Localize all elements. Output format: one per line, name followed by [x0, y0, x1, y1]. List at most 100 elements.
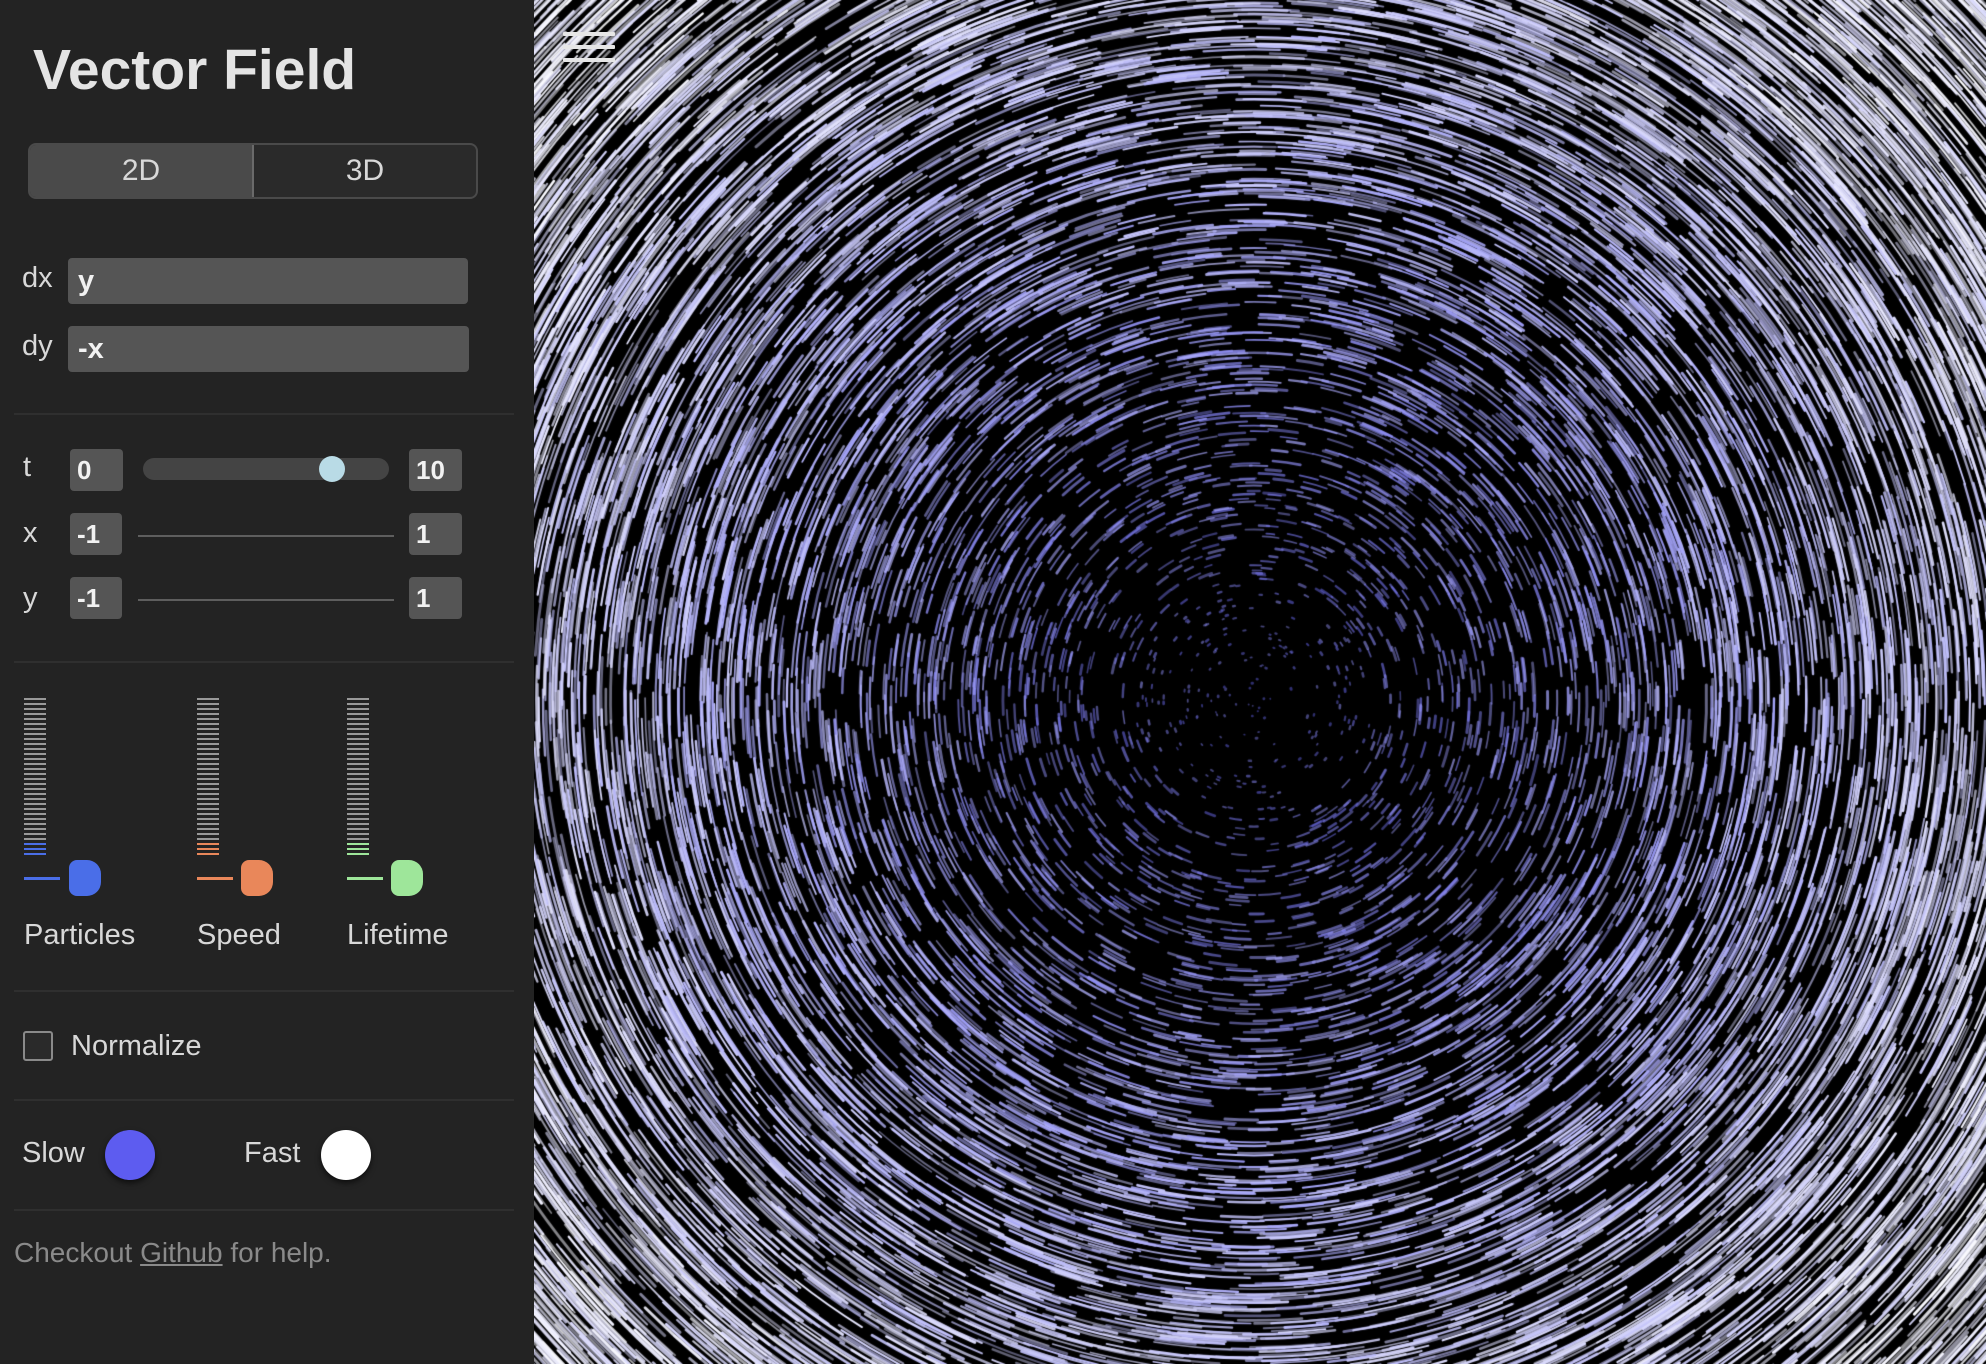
slider-tick	[347, 713, 369, 715]
y-min-input[interactable]: -1	[70, 577, 122, 619]
slow-color-swatch[interactable]	[105, 1130, 155, 1180]
slider-tick	[24, 703, 46, 705]
app-title: Vector Field	[33, 38, 357, 102]
slider-tick	[24, 708, 46, 710]
slider-tick	[197, 738, 219, 740]
hamburger-menu-icon[interactable]	[563, 32, 615, 72]
lifetime-slider-handle[interactable]	[391, 860, 423, 896]
slider-tick	[24, 813, 46, 815]
slider-tick	[197, 758, 219, 760]
dy-label: dy	[22, 330, 53, 362]
slider-tick	[24, 773, 46, 775]
speed-label: Speed	[197, 919, 281, 951]
speed-slider-handle[interactable]	[241, 860, 273, 896]
normalize-checkbox[interactable]	[23, 1031, 53, 1061]
slider-tick	[197, 813, 219, 815]
slider-tick	[347, 808, 369, 810]
t-max-input[interactable]: 10	[409, 449, 462, 491]
y-max-input[interactable]: 1	[409, 577, 462, 619]
github-link[interactable]: Github	[140, 1237, 223, 1268]
slider-tick	[347, 828, 369, 830]
vector-field-canvas[interactable]	[534, 0, 1986, 1364]
t-slider-track[interactable]	[143, 458, 389, 480]
slider-tick	[197, 718, 219, 720]
slider-tick	[347, 738, 369, 740]
slider-tick	[347, 798, 369, 800]
slider-tick	[347, 823, 369, 825]
slider-tick	[24, 823, 46, 825]
slider-tick	[197, 773, 219, 775]
slider-tick	[24, 763, 46, 765]
t-min-input[interactable]: 0	[70, 449, 123, 491]
slider-tick	[347, 778, 369, 780]
slider-tick	[347, 813, 369, 815]
slider-tick	[347, 703, 369, 705]
mode-3d-button[interactable]: 3D	[254, 145, 476, 197]
speed-ticks	[197, 698, 219, 858]
footer-suffix: for help.	[222, 1237, 332, 1268]
slider-tick	[24, 848, 46, 850]
slider-tick	[197, 828, 219, 830]
x-label: x	[23, 517, 38, 549]
slider-tick	[197, 793, 219, 795]
slow-color-label: Slow	[22, 1137, 85, 1169]
slider-tick	[347, 748, 369, 750]
dx-label: dx	[22, 262, 53, 294]
slider-tick	[197, 818, 219, 820]
fast-color-label: Fast	[244, 1137, 301, 1169]
slider-tick	[197, 843, 219, 845]
slider-tick	[197, 703, 219, 705]
dy-input[interactable]: -x	[68, 326, 469, 372]
x-range-line[interactable]	[138, 535, 394, 537]
slider-tick	[197, 723, 219, 725]
t-label: t	[23, 451, 32, 483]
slider-tick	[347, 843, 369, 845]
slider-tick	[24, 833, 46, 835]
particle-field[interactable]	[534, 0, 1986, 1364]
mode-2d-button[interactable]: 2D	[30, 145, 254, 197]
particles-slider-handle[interactable]	[69, 860, 101, 896]
lifetime-slider[interactable]	[347, 698, 467, 898]
particles-label: Particles	[24, 919, 136, 951]
y-range-line[interactable]	[138, 599, 394, 601]
footer-prefix: Checkout	[14, 1237, 141, 1268]
particles-slider[interactable]	[24, 698, 144, 898]
slider-tick	[24, 778, 46, 780]
slider-tick	[24, 783, 46, 785]
slider-tick	[24, 803, 46, 805]
divider	[14, 1209, 514, 1211]
slider-tick	[24, 808, 46, 810]
slider-tick	[347, 743, 369, 745]
slider-tick	[197, 833, 219, 835]
slider-tick	[24, 798, 46, 800]
slider-tick	[24, 718, 46, 720]
particles-ticks	[24, 698, 46, 858]
slider-tick	[24, 743, 46, 745]
slider-tick	[24, 843, 46, 845]
slider-tick	[347, 753, 369, 755]
speed-slider[interactable]	[197, 698, 317, 898]
y-label: y	[23, 582, 38, 614]
dx-input[interactable]: y	[68, 258, 468, 304]
slider-tick	[197, 778, 219, 780]
slider-tick	[197, 803, 219, 805]
slider-tick	[347, 833, 369, 835]
slider-tick	[24, 713, 46, 715]
fast-color-swatch[interactable]	[321, 1130, 371, 1180]
x-min-input[interactable]: -1	[70, 513, 122, 555]
slider-tick	[24, 698, 46, 700]
x-max-input[interactable]: 1	[409, 513, 462, 555]
slider-tick	[24, 788, 46, 790]
slider-tick	[24, 828, 46, 830]
slider-tick	[347, 708, 369, 710]
slider-tick	[347, 763, 369, 765]
divider	[14, 1099, 514, 1101]
lifetime-level-bar	[347, 877, 383, 880]
slider-tick	[347, 728, 369, 730]
slider-tick	[24, 818, 46, 820]
slider-tick	[197, 823, 219, 825]
slider-tick	[24, 728, 46, 730]
slider-tick	[197, 788, 219, 790]
slider-tick	[24, 738, 46, 740]
slider-tick	[347, 793, 369, 795]
